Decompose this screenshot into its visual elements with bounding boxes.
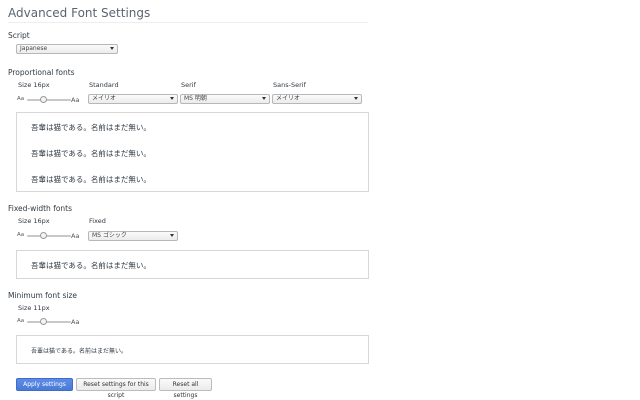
minimum-size-slider[interactable]: Aa Aa xyxy=(17,317,79,327)
slider-track xyxy=(27,99,71,101)
aa-big-label: Aa xyxy=(71,96,80,104)
script-select[interactable]: Japanese xyxy=(16,44,118,54)
slider-track xyxy=(27,235,71,237)
serif-font-label: Serif xyxy=(181,81,196,89)
standard-font-label: Standard xyxy=(89,81,119,89)
fixed-size-slider[interactable]: Aa Aa xyxy=(17,231,79,241)
slider-thumb[interactable] xyxy=(39,96,47,103)
proportional-size-label: Size 16px xyxy=(18,81,50,89)
serif-font-value: MS 明朝 xyxy=(184,95,207,102)
minimum-font-size-heading: Minimum font size xyxy=(8,291,77,300)
reset-script-settings-button[interactable]: Reset settings for this script xyxy=(76,378,156,399)
slider-track xyxy=(27,321,71,323)
preview-line-fixed: 吾輩は猫である。名前はまだ無い。 xyxy=(31,261,151,270)
proportional-preview-box: 吾輩は猫である。名前はまだ無い。 吾輩は猫である。名前はまだ無い。 吾輩は猫であ… xyxy=(16,112,369,192)
proportional-size-slider[interactable]: Aa Aa xyxy=(17,95,79,105)
serif-font-select[interactable]: MS 明朝 xyxy=(180,94,270,104)
aa-big-label: Aa xyxy=(71,232,80,240)
fixed-font-label: Fixed xyxy=(89,217,106,225)
slider-thumb[interactable] xyxy=(39,232,47,239)
chevron-down-icon xyxy=(262,97,266,100)
page-title: Advanced Font Settings xyxy=(8,6,151,20)
chevron-down-icon xyxy=(170,97,174,100)
script-select-value: Japanese xyxy=(20,45,48,52)
sans-serif-font-select[interactable]: メイリオ xyxy=(272,94,362,104)
slider-thumb[interactable] xyxy=(39,318,47,325)
aa-big-label: Aa xyxy=(71,318,80,326)
chevron-down-icon xyxy=(170,234,174,237)
preview-line-standard: 吾輩は猫である。名前はまだ無い。 xyxy=(31,123,151,132)
sans-serif-font-label: Sans-Serif xyxy=(273,81,306,89)
fixed-width-fonts-heading: Fixed-width fonts xyxy=(8,204,73,213)
preview-line-minimum: 吾輩は猫である。名前はまだ無い。 xyxy=(31,348,127,355)
fixed-font-value: MS ゴシック xyxy=(92,232,127,239)
aa-small-label: Aa xyxy=(17,318,25,324)
chevron-down-icon xyxy=(354,97,358,100)
standard-font-value: メイリオ xyxy=(92,95,117,102)
apply-settings-button[interactable]: Apply settings xyxy=(16,378,73,391)
proportional-fonts-heading: Proportional fonts xyxy=(8,68,75,77)
fixed-preview-box: 吾輩は猫である。名前はまだ無い。 xyxy=(16,250,369,279)
standard-font-select[interactable]: メイリオ xyxy=(88,94,178,104)
chevron-down-icon xyxy=(110,47,114,50)
aa-small-label: Aa xyxy=(17,232,25,238)
script-label: Script xyxy=(8,31,30,40)
advanced-font-settings-page: Advanced Font Settings Script Japanese P… xyxy=(0,0,640,400)
reset-all-settings-button[interactable]: Reset all settings xyxy=(159,378,212,399)
fixed-font-select[interactable]: MS ゴシック xyxy=(88,231,178,241)
minimum-preview-box: 吾輩は猫である。名前はまだ無い。 xyxy=(16,335,369,364)
fixed-size-label: Size 16px xyxy=(18,217,50,225)
preview-line-serif: 吾輩は猫である。名前はまだ無い。 xyxy=(31,149,151,158)
title-divider xyxy=(8,22,368,23)
minimum-size-label: Size 11px xyxy=(18,304,50,312)
aa-small-label: Aa xyxy=(17,96,25,102)
sans-serif-font-value: メイリオ xyxy=(276,95,301,102)
preview-line-sans-serif: 吾輩は猫である。名前はまだ無い。 xyxy=(31,175,151,184)
